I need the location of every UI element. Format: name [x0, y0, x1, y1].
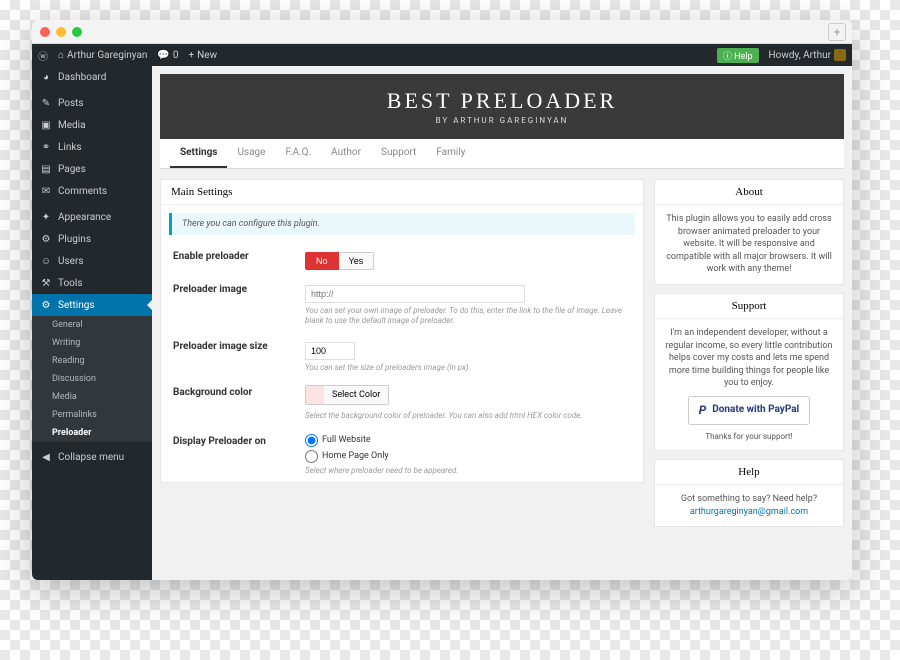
media-icon: ▣: [40, 119, 52, 131]
avatar: [834, 49, 846, 61]
posts-icon: ✎: [40, 97, 52, 109]
new-content[interactable]: + New: [188, 50, 217, 61]
color-button-label: Select Color: [324, 387, 388, 403]
support-title: Support: [655, 294, 843, 319]
admin-sidebar: ◕Dashboard ✎Posts ▣Media ⚭Links ▤Pages ✉…: [32, 66, 152, 580]
size-input[interactable]: [305, 342, 355, 360]
pages-icon: ▤: [40, 163, 52, 175]
sidebar-sub-reading[interactable]: Reading: [32, 352, 152, 370]
display-desc: Select where preloader need to be appear…: [305, 466, 631, 476]
sidebar-item-pages[interactable]: ▤Pages: [32, 158, 152, 180]
help-panel: Help Got something to say? Need help? ar…: [654, 459, 844, 527]
tab-usage[interactable]: Usage: [227, 139, 275, 168]
donate-button[interactable]: P Donate with PayPal: [688, 396, 810, 425]
sidebar-sub-discussion[interactable]: Discussion: [32, 370, 152, 388]
new-tab-button[interactable]: +: [828, 23, 846, 41]
sidebar-item-tools[interactable]: ⚒Tools: [32, 272, 152, 294]
tab-settings[interactable]: Settings: [170, 139, 227, 168]
sidebar-sub-media[interactable]: Media: [32, 388, 152, 406]
plugin-hero: BEST PRELOADER BY ARTHUR GAREGINYAN: [160, 74, 844, 139]
image-input[interactable]: [305, 285, 525, 303]
tab-support[interactable]: Support: [371, 139, 426, 168]
sidebar-sub-writing[interactable]: Writing: [32, 334, 152, 352]
enable-toggle: No Yes: [305, 252, 374, 270]
settings-icon: ⚙: [40, 299, 52, 311]
sidebar-item-users[interactable]: ☺Users: [32, 250, 152, 272]
image-label: Preloader image: [173, 282, 293, 327]
comments-icon: ✉: [40, 185, 52, 197]
sidebar-sub-general[interactable]: General: [32, 316, 152, 334]
help-badge[interactable]: ⓘ Help: [717, 48, 759, 63]
about-panel: About This plugin allows you to easily a…: [654, 179, 844, 285]
plugin-subtitle: BY ARTHUR GAREGINYAN: [160, 116, 844, 125]
site-name[interactable]: ⌂ Arthur Gareginyan: [58, 50, 147, 61]
paypal-icon: P: [699, 402, 707, 419]
sidebar-item-comments[interactable]: ✉Comments: [32, 180, 152, 202]
tab-family[interactable]: Family: [426, 139, 475, 168]
display-full-radio[interactable]: Full Website: [305, 434, 631, 447]
enable-label: Enable preloader: [173, 249, 293, 270]
minimize-icon[interactable]: [56, 27, 66, 37]
bg-label: Background color: [173, 385, 293, 421]
image-desc: You can set your own image of preloader.…: [305, 306, 631, 327]
display-home-radio[interactable]: Home Page Only: [305, 450, 631, 463]
settings-notice: There you can configure this plugin.: [169, 213, 635, 235]
help-body: Got something to say? Need help?: [665, 493, 833, 506]
dashboard-icon: ◕: [40, 71, 52, 83]
tab-author[interactable]: Author: [321, 139, 371, 168]
size-desc: You can set the size of preloaders image…: [305, 363, 631, 373]
sidebar-item-posts[interactable]: ✎Posts: [32, 92, 152, 114]
help-email-link[interactable]: arthurgareginyan@gmail.com: [690, 507, 808, 517]
support-thanks: Thanks for your support!: [665, 431, 833, 442]
main-settings-title: Main Settings: [161, 180, 643, 205]
tools-icon: ⚒: [40, 277, 52, 289]
window-titlebar: +: [32, 20, 852, 44]
close-icon[interactable]: [40, 27, 50, 37]
bg-desc: Select the background color of preloader…: [305, 411, 631, 421]
display-label: Display Preloader on: [173, 434, 293, 476]
wp-admin-bar: ⓦ ⌂ Arthur Gareginyan 💬 0 + New ⓘ Help H…: [32, 44, 852, 66]
collapse-icon: ◀: [40, 451, 52, 463]
sidebar-item-media[interactable]: ▣Media: [32, 114, 152, 136]
tab-faq[interactable]: F.A.Q.: [275, 139, 321, 168]
enable-yes-button[interactable]: Yes: [339, 252, 375, 270]
content-area: BEST PRELOADER BY ARTHUR GAREGINYAN Sett…: [152, 66, 852, 580]
bg-color-button[interactable]: Select Color: [305, 385, 389, 405]
support-body: I'm an independent developer, without a …: [665, 327, 833, 390]
sidebar-item-plugins[interactable]: ⚙Plugins: [32, 228, 152, 250]
howdy-user[interactable]: Howdy, Arthur: [769, 49, 847, 61]
help-title: Help: [655, 460, 843, 485]
wp-logo-icon[interactable]: ⓦ: [38, 48, 48, 63]
about-title: About: [655, 180, 843, 205]
main-settings-panel: Main Settings There you can configure th…: [160, 179, 644, 483]
maximize-icon[interactable]: [72, 27, 82, 37]
sidebar-item-appearance[interactable]: ✦Appearance: [32, 206, 152, 228]
sidebar-item-dashboard[interactable]: ◕Dashboard: [32, 66, 152, 88]
sidebar-item-links[interactable]: ⚭Links: [32, 136, 152, 158]
plugin-tabs: Settings Usage F.A.Q. Author Support Fam…: [160, 139, 844, 169]
collapse-menu[interactable]: ◀Collapse menu: [32, 446, 152, 468]
sidebar-sub-permalinks[interactable]: Permalinks: [32, 406, 152, 424]
appearance-icon: ✦: [40, 211, 52, 223]
plugins-icon: ⚙: [40, 233, 52, 245]
about-body: This plugin allows you to easily add cro…: [655, 205, 843, 284]
sidebar-item-settings[interactable]: ⚙Settings: [32, 294, 152, 316]
support-panel: Support I'm an independent developer, wi…: [654, 293, 844, 451]
comments-count[interactable]: 💬 0: [157, 50, 178, 61]
users-icon: ☺: [40, 255, 52, 267]
color-swatch: [306, 386, 324, 404]
plugin-title: BEST PRELOADER: [160, 88, 844, 114]
links-icon: ⚭: [40, 141, 52, 153]
enable-no-button[interactable]: No: [305, 252, 339, 270]
sidebar-sub-preloader[interactable]: Preloader: [32, 424, 152, 442]
size-label: Preloader image size: [173, 339, 293, 373]
